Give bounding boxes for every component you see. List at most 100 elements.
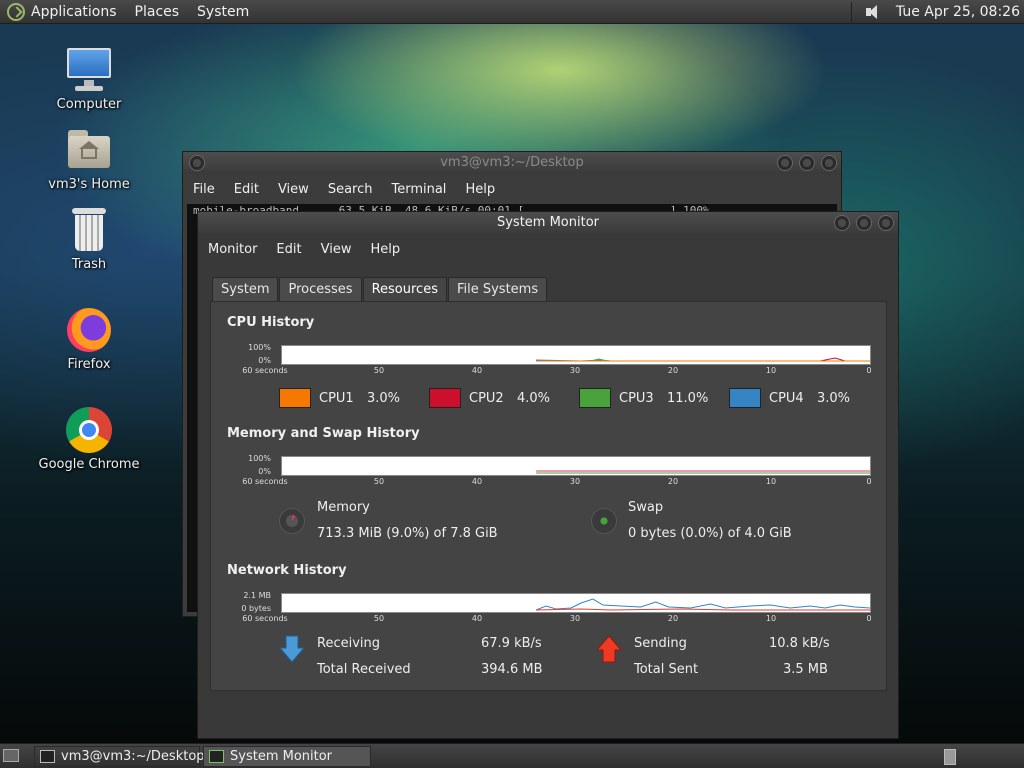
desktop-icon-chrome[interactable]: Google Chrome xyxy=(34,406,144,472)
minimize-button[interactable] xyxy=(777,155,793,171)
tab-resources[interactable]: Resources xyxy=(362,277,447,302)
desktop-icon-home[interactable]: vm3's Home xyxy=(34,126,144,192)
firefox-icon xyxy=(65,306,113,354)
desktop-icon-label: vm3's Home xyxy=(48,177,130,192)
volume-icon[interactable] xyxy=(865,4,884,20)
clock[interactable]: Tue Apr 25, 08:26 xyxy=(896,4,1020,20)
system-monitor-icon xyxy=(209,750,224,763)
receiving-value: 67.9 kB/s xyxy=(481,636,542,651)
places-menu[interactable]: Places xyxy=(135,4,180,20)
computer-icon xyxy=(65,46,113,94)
swap-value: 0 bytes (0.0%) of 4.0 GiB xyxy=(628,526,792,541)
x-tick: 0 xyxy=(866,366,872,375)
close-button[interactable] xyxy=(878,215,894,231)
trash-applet-icon[interactable] xyxy=(944,749,956,765)
total-sent-label: Total Sent xyxy=(634,662,699,677)
total-received-label: Total Received xyxy=(317,662,411,677)
x-tick: 40 xyxy=(471,477,483,486)
cpu1-color-button[interactable] xyxy=(279,388,311,408)
terminal-icon xyxy=(40,750,55,763)
x-tick: 30 xyxy=(569,477,581,486)
taskbar-item-system-monitor[interactable]: System Monitor xyxy=(203,746,371,767)
cpu-history-title: CPU History xyxy=(227,315,315,330)
terminal-menu-search[interactable]: Search xyxy=(328,182,373,197)
total-sent-value: 3.5 MB xyxy=(783,662,828,677)
top-panel: Applications Places System Tue Apr 25, 0… xyxy=(0,0,1024,24)
cpu4-label: CPU4 xyxy=(769,391,804,406)
x-tick: 0 xyxy=(866,614,872,623)
memory-history-title: Memory and Swap History xyxy=(227,426,420,441)
x-tick: 20 xyxy=(667,614,679,623)
sysmon-menu-edit[interactable]: Edit xyxy=(276,242,301,257)
x-tick: 50 xyxy=(373,614,385,623)
sysmon-menu-help[interactable]: Help xyxy=(370,242,400,257)
tab-file-systems[interactable]: File Systems xyxy=(447,277,548,302)
terminal-menu-file[interactable]: File xyxy=(193,182,215,197)
resources-panel: CPU History 100% 0% 60 seconds 50 40 30 … xyxy=(210,301,887,691)
x-tick: 50 xyxy=(373,366,385,375)
memory-label: Memory xyxy=(317,500,370,515)
terminal-title: vm3@vm3:~/Desktop xyxy=(440,155,584,170)
x-tick: 10 xyxy=(765,366,777,375)
distro-logo-icon[interactable] xyxy=(7,2,25,21)
cpu4-color-button[interactable] xyxy=(729,388,761,408)
desktop-icon-trash[interactable]: Trash xyxy=(34,206,144,272)
window-menu-button[interactable] xyxy=(189,155,205,171)
terminal-menubar: File Edit View Search Terminal Help xyxy=(183,174,841,204)
sending-label: Sending xyxy=(634,636,687,651)
maximize-button[interactable] xyxy=(856,215,872,231)
x-tick: 20 xyxy=(667,477,679,486)
network-history-graph xyxy=(281,593,871,613)
x-tick: 0 xyxy=(866,477,872,486)
desktop-icon-firefox[interactable]: Firefox xyxy=(34,306,144,372)
x-tick: 50 xyxy=(373,477,385,486)
close-button[interactable] xyxy=(821,155,837,171)
cpu-history-graph xyxy=(281,345,871,365)
x-tick: 30 xyxy=(569,614,581,623)
taskbar-item-label: System Monitor xyxy=(230,749,333,764)
cpu1-label: CPU1 xyxy=(319,391,354,406)
x-tick: 10 xyxy=(765,477,777,486)
sysmon-menu-monitor[interactable]: Monitor xyxy=(208,242,257,257)
cpu-y-top: 100% xyxy=(248,343,271,352)
minimize-button[interactable] xyxy=(834,215,850,231)
desktop-icon-computer[interactable]: Computer xyxy=(34,46,144,112)
terminal-menu-help[interactable]: Help xyxy=(465,182,495,197)
system-menu[interactable]: System xyxy=(197,4,249,20)
applications-menu[interactable]: Applications xyxy=(31,4,117,20)
cpu3-color-button[interactable] xyxy=(579,388,611,408)
sysmon-tabs: System Processes Resources File Systems xyxy=(212,277,548,302)
terminal-menu-view[interactable]: View xyxy=(278,182,309,197)
swap-gauge-icon[interactable] xyxy=(591,508,617,534)
sending-value: 10.8 kB/s xyxy=(769,636,830,651)
taskbar-item-label: vm3@vm3:~/Desktop xyxy=(61,749,205,764)
show-desktop-icon[interactable] xyxy=(3,749,19,762)
terminal-menu-terminal[interactable]: Terminal xyxy=(391,182,446,197)
network-y-top: 2.1 MB xyxy=(243,591,271,600)
maximize-button[interactable] xyxy=(799,155,815,171)
system-monitor-window[interactable]: System Monitor Monitor Edit View Help Sy… xyxy=(197,211,899,739)
memory-gauge-icon[interactable] xyxy=(279,508,305,534)
terminal-menu-edit[interactable]: Edit xyxy=(234,182,259,197)
x-tick: 60 seconds xyxy=(242,366,288,375)
trash-icon xyxy=(65,206,113,254)
cpu2-color-button[interactable] xyxy=(429,388,461,408)
send-series xyxy=(536,608,870,611)
desktop-icon-label: Firefox xyxy=(67,357,111,372)
tab-processes[interactable]: Processes xyxy=(279,277,362,302)
tab-system[interactable]: System xyxy=(212,277,279,302)
sysmon-titlebar[interactable]: System Monitor xyxy=(198,212,898,234)
desktop-icon-label: Trash xyxy=(71,257,107,272)
taskbar-item-terminal[interactable]: vm3@vm3:~/Desktop xyxy=(34,746,205,767)
swap-label: Swap xyxy=(628,500,664,515)
terminal-titlebar[interactable]: vm3@vm3:~/Desktop xyxy=(183,152,841,174)
x-tick: 30 xyxy=(569,366,581,375)
network-y-bottom: 0 bytes xyxy=(241,604,271,613)
panel-separator xyxy=(850,2,852,22)
receiving-arrow-icon[interactable] xyxy=(279,635,305,663)
bottom-panel: vm3@vm3:~/Desktop System Monitor xyxy=(0,743,1024,768)
sysmon-menu-view[interactable]: View xyxy=(321,242,352,257)
x-tick: 40 xyxy=(471,366,483,375)
sending-arrow-icon[interactable] xyxy=(596,635,622,663)
sysmon-menubar: Monitor Edit View Help xyxy=(198,234,898,264)
